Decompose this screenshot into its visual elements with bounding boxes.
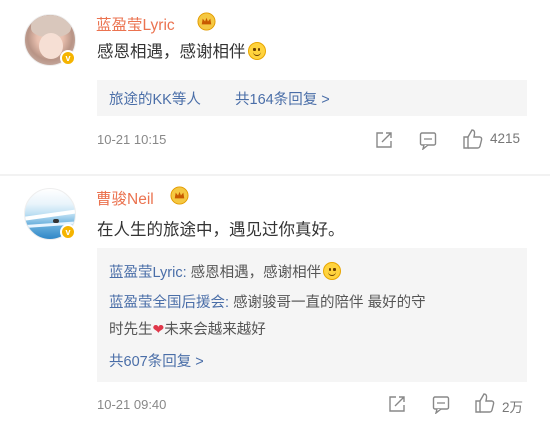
like-count: 2万 [502,400,524,415]
username[interactable]: 曹骏Neil [96,187,154,209]
reply-text-line2b: 未来会越来越好 [164,322,266,338]
reply-text-line2a: 时先生 [109,322,153,338]
reply-box: 蓝盈莹Lyric: 感恩相遇，感谢相伴 蓝盈莹全国后援会: 感谢骏哥一直的陪伴 … [97,248,527,382]
timestamp: 10-21 10:15 [97,132,167,147]
reply-author[interactable]: 蓝盈莹全国后援会: [109,295,229,311]
comment-icon[interactable] [418,130,438,150]
comment-text: 在人生的旅途中，遇见过你真好。 [97,221,345,239]
heart-emoji: ❤ [152,321,165,337]
comment-item: v 曹骏Neil 在人生的旅途中，遇见过你真好。 蓝盈莹Lyric: 感恩相遇，… [0,176,550,426]
crown-icon [197,12,216,31]
v-badge-icon: v [60,224,76,240]
reply-item-continued: 时先生❤未来会越来越好 [109,318,266,339]
comment-text: 感恩相遇，感谢相伴 [97,38,266,62]
share-icon[interactable] [374,130,394,150]
reply-item[interactable]: 蓝盈莹Lyric: 感恩相遇，感谢相伴 [109,261,342,282]
reply-summary-box[interactable]: 旅途的KK等人 共164条回复 > [97,80,527,116]
smile-emoji [323,262,342,280]
like-icon[interactable] [462,128,484,150]
reply-text: 感谢骏哥一直的陪伴 最好的守 [233,295,426,311]
timestamp: 10-21 09:40 [97,397,167,412]
reply-count-link[interactable]: 共164条回复 > [235,88,330,109]
like-count: 4215 [490,131,521,146]
crown-icon [170,186,189,205]
smile-emoji [247,42,266,60]
reply-count-link[interactable]: 共607条回复 > [109,350,204,371]
comment-icon[interactable] [431,394,451,414]
reply-summary-names[interactable]: 旅途的KK等人 [109,88,201,109]
username[interactable]: 蓝盈莹Lyric [96,13,175,35]
reply-text: 感恩相遇，感谢相伴 [190,265,322,281]
v-badge-icon: v [60,50,76,66]
reply-author[interactable]: 蓝盈莹Lyric: [109,265,187,281]
comment-item: v 蓝盈莹Lyric 感恩相遇，感谢相伴 旅途的KK等人 共164条回复 > 1… [0,0,550,174]
reply-item[interactable]: 蓝盈莹全国后援会: 感谢骏哥一直的陪伴 最好的守 [109,291,426,312]
like-icon[interactable] [474,392,496,414]
share-icon[interactable] [387,394,407,414]
